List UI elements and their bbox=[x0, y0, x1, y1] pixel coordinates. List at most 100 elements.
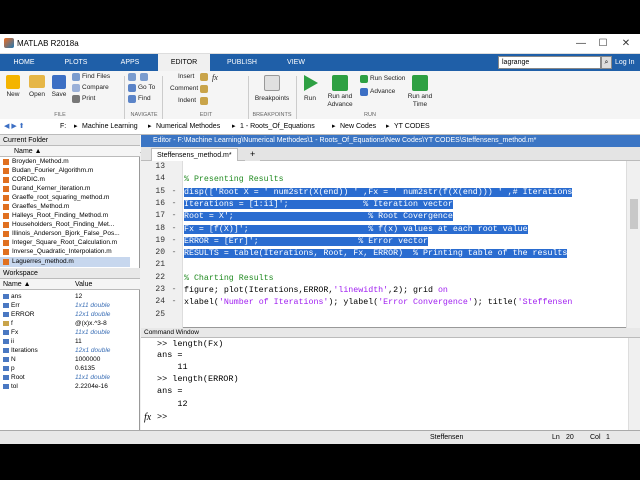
breakpoint-marker[interactable]: - bbox=[169, 224, 179, 233]
login-button[interactable]: Log In bbox=[615, 54, 634, 71]
open-button[interactable]: Open bbox=[25, 91, 49, 98]
code-line[interactable]: ERROR = [Err]'; % Error vector bbox=[184, 236, 428, 248]
breadcrumb-segment[interactable]: F: bbox=[60, 119, 66, 134]
address-bar[interactable]: ◀ ▶ ⬆ F: ▸ Machine Learning ▸ Numerical … bbox=[0, 119, 640, 135]
breadcrumb-segment[interactable]: Numerical Methodes bbox=[156, 119, 220, 134]
indent-button[interactable]: Indent bbox=[178, 97, 196, 104]
new-tab-button[interactable]: + bbox=[245, 148, 261, 161]
command-window[interactable]: Command Window >> length(Fx) ans = 11 >>… bbox=[141, 328, 640, 430]
compare-button[interactable]: Compare bbox=[82, 84, 109, 91]
find-files-button[interactable]: Find Files bbox=[82, 73, 110, 80]
code-token: 'linewidth' bbox=[333, 286, 389, 295]
run-and-time-button[interactable]: Run and Time bbox=[404, 93, 436, 109]
breadcrumb-segment[interactable]: 1 - Roots_Of_Equations bbox=[240, 119, 315, 134]
search-input[interactable]: lagrange bbox=[498, 56, 601, 69]
command-prompt[interactable]: >> bbox=[157, 411, 167, 424]
code-token: on bbox=[437, 286, 448, 295]
tab-publish[interactable]: PUBLISH bbox=[222, 54, 262, 71]
command-output: 12 bbox=[157, 399, 188, 409]
code-token: 'Root X = ' bbox=[213, 187, 269, 197]
tab-editor[interactable]: EDITOR bbox=[158, 54, 210, 71]
breakpoint-marker[interactable]: - bbox=[169, 285, 179, 294]
breadcrumb-segment[interactable]: Machine Learning bbox=[82, 119, 138, 134]
m-file-icon bbox=[3, 186, 9, 192]
back-arrow-icon[interactable]: ◀ ▶ ⬆ bbox=[4, 119, 25, 134]
tab-view[interactable]: VIEW bbox=[276, 54, 316, 71]
fx-icon[interactable]: fx bbox=[144, 412, 151, 423]
comment-button[interactable]: Comment bbox=[170, 85, 198, 92]
open-folder-icon bbox=[29, 75, 45, 88]
save-button[interactable]: Save bbox=[48, 91, 70, 98]
run-and-advance-button[interactable]: Run and Advance bbox=[324, 93, 356, 109]
search-icon[interactable]: ⌕ bbox=[601, 56, 612, 69]
breakpoint-marker[interactable]: - bbox=[169, 236, 179, 245]
find-button[interactable]: Find bbox=[138, 95, 151, 102]
current-folder-column-header[interactable]: Name ▲ bbox=[0, 146, 140, 157]
workspace-row[interactable]: ans 12 bbox=[0, 292, 140, 301]
file-item-selected[interactable]: Laguerres_method.m bbox=[0, 257, 130, 267]
forward-arrow-icon[interactable] bbox=[140, 73, 148, 81]
workspace-col-name[interactable]: Name ▲ bbox=[3, 281, 31, 288]
workspace-row[interactable]: Fx 11x1 double bbox=[0, 328, 140, 337]
breakpoint-marker[interactable]: - bbox=[169, 187, 179, 196]
code-area[interactable]: % Presenting Results disp(['Root X = ' nu… bbox=[184, 161, 626, 328]
workspace-col-value[interactable]: Value bbox=[75, 279, 92, 290]
breakpoint-marker[interactable]: - bbox=[169, 199, 179, 208]
workspace-row[interactable]: Err 1x11 double bbox=[0, 301, 140, 310]
advance-button[interactable]: Advance bbox=[370, 88, 395, 95]
current-folder-panel: Current Folder Name ▲ Broyden_Method.m B… bbox=[0, 135, 140, 268]
editor-tab-steffensens[interactable]: Steffensens_method.m* bbox=[151, 148, 238, 161]
code-token: RESULTS = table(Iterations, Root, Fx, ER… bbox=[184, 249, 568, 259]
code-line[interactable]: disp(['Root X = ' num2str(X(end)) ' ,Fx … bbox=[184, 187, 573, 199]
back-arrow-icon[interactable] bbox=[128, 73, 136, 81]
breakpoint-marker[interactable]: - bbox=[169, 297, 179, 306]
tab-plots[interactable]: PLOTS bbox=[56, 54, 96, 71]
breakpoint-marker[interactable]: - bbox=[169, 211, 179, 220]
variable-icon bbox=[3, 339, 9, 344]
new-button[interactable]: New bbox=[2, 91, 24, 98]
code-line[interactable]: Iterations = [1:ii]'; % Iteration vector bbox=[184, 199, 453, 211]
code-line[interactable]: Fx = [f(X)]'; % f(x) values at each root… bbox=[184, 224, 528, 236]
run-button[interactable]: Run bbox=[300, 95, 320, 102]
print-button[interactable]: Print bbox=[82, 95, 95, 102]
code-line[interactable]: Root = X'; % Root Covergence bbox=[184, 211, 453, 223]
workspace-title: Workspace bbox=[0, 268, 140, 279]
code-line[interactable]: % Charting Results bbox=[184, 273, 274, 285]
command-scrollbar[interactable] bbox=[628, 338, 640, 430]
file-item[interactable]: Inverse_Quadratic_Interpolation.m bbox=[3, 247, 112, 257]
workspace-row[interactable]: p 0.6135 bbox=[0, 364, 140, 373]
workspace-row[interactable]: N 1000000 bbox=[0, 355, 140, 364]
tab-home[interactable]: HOME bbox=[4, 54, 44, 71]
workspace-row[interactable]: Root 11x1 double bbox=[0, 373, 140, 382]
minimize-button[interactable]: — bbox=[572, 37, 590, 51]
code-line[interactable]: figure; plot(Iterations,ERROR,'linewidth… bbox=[184, 285, 448, 297]
run-section-button[interactable]: Run Section bbox=[370, 75, 405, 82]
close-button[interactable]: ✕ bbox=[617, 37, 635, 51]
workspace-row[interactable]: ii 11 bbox=[0, 337, 140, 346]
breakpoints-button[interactable]: Breakpoints bbox=[252, 95, 292, 102]
goto-button[interactable]: Go To bbox=[138, 84, 155, 91]
workspace-row[interactable]: f @(x)x.^3-8 bbox=[0, 319, 140, 328]
insert-button[interactable]: Insert bbox=[178, 73, 194, 80]
breakpoint-marker[interactable]: - bbox=[169, 248, 179, 257]
breadcrumb-segment[interactable]: YT CODES bbox=[394, 119, 430, 134]
workspace-column-headers: Name ▲ Value bbox=[0, 279, 140, 290]
editor-scrollbar[interactable] bbox=[626, 161, 640, 328]
code-line[interactable]: % Presenting Results bbox=[184, 174, 284, 186]
code-line[interactable]: RESULTS = table(Iterations, Root, Fx, ER… bbox=[184, 248, 568, 260]
workspace-row[interactable]: ERROR 12x1 double bbox=[0, 310, 140, 319]
maximize-button[interactable]: ☐ bbox=[594, 37, 612, 51]
code-line[interactable]: xlabel('Number of Iterations'); ylabel('… bbox=[184, 297, 572, 309]
line-number: 23 bbox=[155, 285, 165, 294]
tab-apps[interactable]: APPS bbox=[110, 54, 150, 71]
workspace-row[interactable]: Iterations 12x1 double bbox=[0, 346, 140, 355]
code-token: ' ,# Iterations bbox=[497, 187, 573, 197]
workspace-row[interactable]: tol 2.2204e-16 bbox=[0, 382, 140, 391]
line-number: 15 bbox=[155, 186, 165, 196]
insert-function-button[interactable]: fx bbox=[212, 73, 218, 82]
code-token: figure; plot(Iterations,ERROR, bbox=[184, 286, 334, 295]
breakpoints-icon bbox=[264, 75, 280, 91]
editor-scroll-thumb[interactable] bbox=[630, 199, 638, 229]
breadcrumb-segment[interactable]: New Codes bbox=[340, 119, 376, 134]
line-number: 17 bbox=[155, 211, 165, 221]
